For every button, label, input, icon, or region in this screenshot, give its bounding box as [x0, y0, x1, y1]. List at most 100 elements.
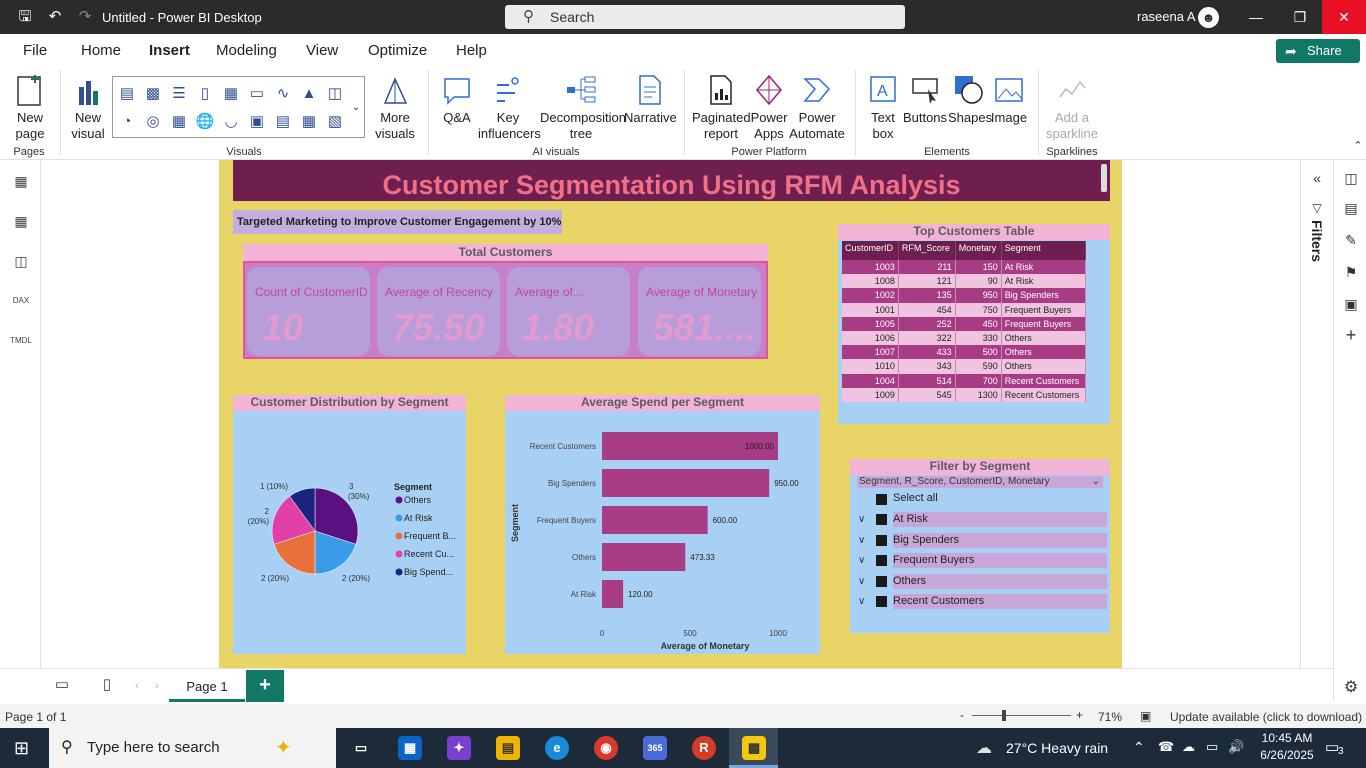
avatar-icon[interactable]: ☻	[1198, 7, 1219, 28]
collapse-ribbon-icon[interactable]: ⌃	[1348, 136, 1366, 156]
legend-item[interactable]: At Risk	[404, 513, 433, 523]
text-box-button[interactable]: A Text box	[864, 72, 902, 142]
report-subtitle[interactable]: Targeted Marketing to Improve Customer E…	[233, 210, 562, 234]
slicer-checkbox[interactable]	[876, 575, 887, 587]
more-visuals-button[interactable]: More visuals	[372, 72, 418, 142]
user-name[interactable]: raseena A	[1137, 9, 1196, 24]
add-pane-icon[interactable]: +	[1341, 325, 1361, 345]
menu-file[interactable]: File	[23, 42, 47, 59]
slicer-checkbox[interactable]	[876, 555, 887, 566]
table-row[interactable]: 1008 121 90 At Risk	[842, 274, 1087, 289]
100-column-icon[interactable]: ▭	[246, 83, 268, 105]
tab-page-1[interactable]: Page 1	[169, 670, 245, 702]
legend-item[interactable]: Recent Cu...	[404, 549, 454, 559]
table-row[interactable]: 1007 433 500 Others	[842, 345, 1087, 360]
gauge-icon[interactable]: ◡	[220, 111, 242, 133]
table-row[interactable]: 1005 252 450 Frequent Buyers	[842, 316, 1087, 331]
file-explorer-icon[interactable]: ▤	[496, 736, 520, 760]
table-row[interactable]: 1009 545 1300 Recent Customers	[842, 387, 1087, 402]
kpi-card[interactable]: Average of... 1.80	[507, 267, 630, 356]
taskbar-search[interactable]: ⚲ Type here to search ✦	[49, 728, 336, 768]
decomposition-tree-button[interactable]: Decomposition tree	[540, 72, 626, 142]
filters-label[interactable]: Filters	[1309, 220, 1325, 262]
menu-insert[interactable]: Insert	[149, 42, 190, 69]
slicer-checkbox[interactable]	[876, 596, 887, 607]
bar[interactable]	[602, 506, 708, 534]
minimize-button[interactable]: —	[1234, 0, 1278, 34]
legend-item[interactable]: Others	[404, 495, 432, 505]
save-icon[interactable]: 🖫	[15, 7, 35, 27]
zoom-slider[interactable]	[972, 715, 1071, 716]
power-apps-button[interactable]: Power Apps	[750, 72, 788, 142]
report-title[interactable]: Customer Segmentation Using RFM Analysis	[233, 160, 1110, 201]
image-button[interactable]: Image	[988, 72, 1030, 126]
column-header[interactable]: Monetary	[955, 241, 1002, 260]
chevron-up-icon[interactable]: ⌃	[1133, 739, 1145, 756]
clock-date[interactable]: 6/26/2025	[1258, 748, 1316, 762]
visualizations-pane-icon[interactable]: ▤	[1341, 198, 1361, 218]
store-icon[interactable]: ▦	[398, 736, 422, 760]
select-all-label[interactable]: Select all	[893, 492, 938, 504]
buttons-button[interactable]: Buttons	[902, 72, 948, 126]
narrative-button[interactable]: Narrative	[624, 72, 677, 126]
slicer-item[interactable]: Recent Customers	[893, 594, 1107, 609]
network-icon[interactable]: ▭	[1206, 739, 1218, 755]
onedrive-icon[interactable]: ☁	[1182, 739, 1195, 755]
edge-icon[interactable]: e	[545, 736, 569, 760]
key-influencers-button[interactable]: Key influencers	[478, 72, 541, 142]
dax-query-icon[interactable]: DAX	[10, 290, 32, 312]
ribbon-chart-icon[interactable]: ◫	[324, 83, 346, 105]
start-icon[interactable]: ⊞	[14, 738, 29, 759]
new-page-button[interactable]: New page	[8, 72, 52, 142]
desktop-layout-icon[interactable]: ▭	[52, 675, 72, 695]
task-view-icon[interactable]: ▭	[349, 736, 373, 760]
table-row[interactable]: 1002 135 950 Big Spenders	[842, 288, 1087, 303]
stacked-bar-icon[interactable]: ▤	[116, 83, 138, 105]
menu-modeling[interactable]: Modeling	[216, 42, 277, 59]
top-customers-table[interactable]: CustomerID RFM_Score Monetary Segment 10…	[842, 241, 1087, 402]
expand-pane-icon[interactable]: «	[1307, 168, 1327, 188]
matrix-icon[interactable]: ▧	[324, 111, 346, 133]
menu-home[interactable]: Home	[81, 42, 121, 59]
close-button[interactable]: ✕	[1322, 0, 1366, 34]
select-all-checkbox[interactable]	[876, 494, 887, 505]
slicer-item[interactable]: Big Spenders	[893, 532, 1107, 548]
slicer-item[interactable]: At Risk	[893, 512, 1107, 527]
selection-pane-icon[interactable]: ▣	[1341, 294, 1361, 314]
area-chart-icon[interactable]: ▲	[298, 83, 320, 105]
clustered-bar-icon[interactable]: ☰	[168, 83, 190, 105]
redo-icon[interactable]: ↷	[75, 7, 95, 27]
chevron-down-icon[interactable]: ∨	[858, 555, 865, 566]
maximize-button[interactable]: ❐	[1278, 0, 1322, 34]
chevron-down-icon[interactable]: ∨	[858, 514, 865, 525]
pie-chart-icon[interactable]: ◔	[116, 111, 138, 133]
data-pane-icon[interactable]: ◫	[1341, 168, 1361, 188]
shapes-button[interactable]: Shapes	[948, 72, 992, 126]
map-icon[interactable]: 🌐	[194, 111, 216, 133]
menu-optimize[interactable]: Optimize	[368, 42, 427, 59]
column-header[interactable]: CustomerID	[842, 241, 899, 260]
bar[interactable]	[602, 580, 624, 608]
multi-row-card-icon[interactable]: ▤	[272, 111, 294, 133]
paginated-report-button[interactable]: Paginated report	[692, 72, 751, 142]
100-bar-icon[interactable]: ▦	[220, 83, 242, 105]
qa-button[interactable]: Q&A	[436, 72, 478, 126]
kpi-card[interactable]: Average of Monetary 581....	[638, 267, 761, 356]
bar[interactable]	[602, 469, 770, 497]
copilot-icon[interactable]: ✦	[447, 736, 471, 760]
share-button[interactable]: ➦ Share	[1276, 39, 1360, 63]
filters-pane-collapsed[interactable]: « ▽ Filters	[1300, 160, 1333, 668]
meet-icon[interactable]: ☎	[1158, 739, 1174, 755]
menu-help[interactable]: Help	[456, 42, 487, 59]
legend-item[interactable]: Frequent B...	[404, 531, 456, 541]
chevron-down-icon[interactable]: ∨	[858, 596, 865, 607]
undo-icon[interactable]: ↶	[45, 7, 65, 27]
table-icon[interactable]: ▦	[298, 111, 320, 133]
kpi-card[interactable]: Count of CustomerID 10	[247, 267, 370, 356]
bar[interactable]	[602, 543, 686, 571]
table-row[interactable]: 1004 514 700 Recent Customers	[842, 373, 1087, 388]
power-bi-taskbar-button[interactable]: ▩	[729, 728, 778, 768]
format-pane-icon[interactable]: ✎	[1341, 230, 1361, 250]
slicer-item[interactable]: Frequent Buyers	[893, 553, 1107, 568]
chrome-profile-icon[interactable]: R	[692, 736, 716, 760]
